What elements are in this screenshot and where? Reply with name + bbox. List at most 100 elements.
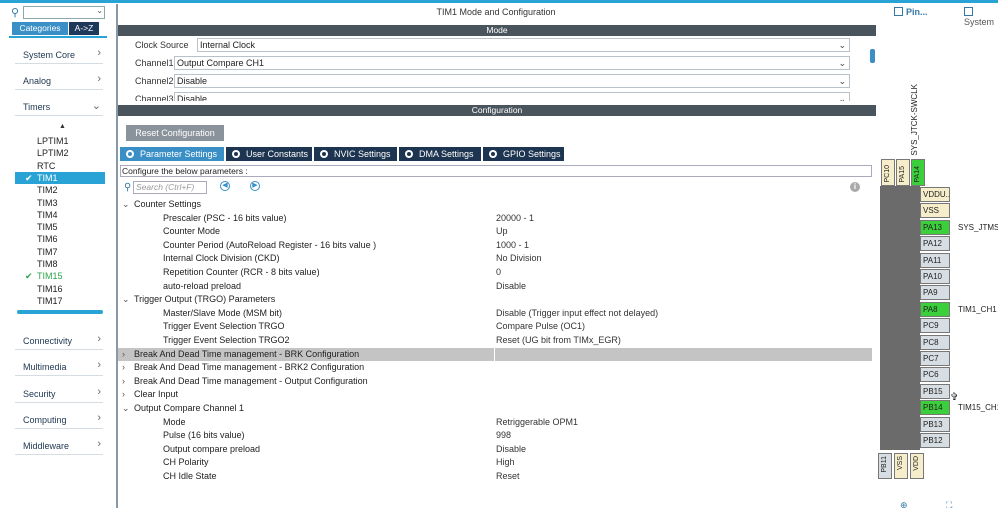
info-icon[interactable]: i [850, 182, 860, 192]
sidebar-item-tim5[interactable]: TIM5 [15, 221, 105, 233]
param-value[interactable]: Reset (UG bit from TIMx_EGR) [496, 335, 621, 345]
pin-pa14[interactable]: PA14 [911, 159, 925, 186]
sidebar-item-tim3[interactable]: TIM3 [15, 197, 105, 209]
pin-pa13[interactable]: PA13 [920, 219, 950, 235]
search-previous-icon[interactable]: ◀ [220, 181, 230, 191]
chevron-right-icon[interactable]: › [122, 376, 125, 386]
tab-dma-settings[interactable]: DMA Settings [399, 147, 481, 161]
chevron-down-icon[interactable]: ⌄ [96, 6, 103, 15]
param-value[interactable]: Disable [496, 281, 526, 291]
chevron-down-icon[interactable]: ⌄ [122, 403, 130, 414]
chevron-right-icon[interactable]: › [122, 362, 125, 372]
chevron-down-icon[interactable]: ⌄ [122, 199, 130, 210]
sidebar-category-middleware[interactable]: Middleware › [15, 435, 103, 455]
reset-configuration-button[interactable]: Reset Configuration [126, 125, 224, 141]
pin-pa12[interactable]: PA12 [920, 236, 950, 252]
tree-group-break-and-dead-time-management-brk-configuration[interactable]: › Break And Dead Time management - BRK Co… [118, 347, 872, 362]
pin-pb15[interactable]: PB15 [920, 383, 950, 399]
tree-group-break-and-dead-time-management-output-configuration[interactable]: › Break And Dead Time management - Output… [118, 375, 872, 389]
sidebar-item-tim8[interactable]: TIM8 [15, 258, 105, 270]
pin-pa9[interactable]: PA9 [920, 285, 950, 301]
sidebar-item-tim16[interactable]: TIM16 [15, 283, 105, 295]
tree-group-clear-input[interactable]: › Clear Input [118, 388, 872, 402]
param-value[interactable]: Compare Pulse (OC1) [496, 321, 585, 331]
param-value[interactable]: Reset [496, 471, 520, 481]
pin-pc7[interactable]: PC7 [920, 351, 950, 366]
sidebar-item-lptim1[interactable]: LPTIM1 [15, 135, 105, 147]
clock-source-select[interactable]: Internal Clock ⌄ [197, 38, 850, 52]
tab-gpio-settings[interactable]: GPIO Settings [483, 147, 564, 161]
chevron-down-icon[interactable]: ⌄ [838, 39, 846, 51]
tab-categories[interactable]: Categories [12, 22, 68, 35]
pin-pa11[interactable]: PA11 [920, 252, 950, 268]
search-next-icon[interactable]: ▶ [250, 181, 260, 191]
sidebar-item-tim15[interactable]: ✔ TIM15 [15, 270, 105, 282]
mode-scrollbar[interactable] [870, 49, 875, 63]
channel1-select[interactable]: Output Compare CH1 ⌄ [174, 56, 850, 70]
chevron-down-icon[interactable]: ⌄ [838, 75, 846, 87]
pin-vss[interactable]: VSS [920, 203, 950, 219]
zoom-in-icon[interactable]: ⊕ [900, 500, 908, 508]
fit-view-icon[interactable]: ⛶ [946, 500, 952, 508]
channel2-select[interactable]: Disable ⌄ [174, 74, 850, 88]
pin-pc6[interactable]: PC6 [920, 367, 950, 383]
pin-pc10[interactable]: PC10 [881, 159, 895, 186]
chevron-down-icon[interactable]: ⌄ [838, 93, 846, 101]
pin-vdd[interactable]: VDD [910, 453, 924, 479]
tree-group-output-compare-channel-1[interactable]: ⌄ Output Compare Channel 1 [118, 402, 872, 416]
sidebar-category-computing[interactable]: Computing › [15, 409, 103, 429]
pin-pb13[interactable]: PB13 [920, 416, 950, 432]
category-search-input[interactable]: ⌄ [23, 6, 105, 19]
tree-group-trigger-output-trgo-parameters[interactable]: ⌄ Trigger Output (TRGO) Parameters [118, 293, 872, 307]
param-value[interactable]: Disable (Trigger input effect not delaye… [496, 308, 658, 318]
pin-pa10[interactable]: PA10 [920, 269, 950, 284]
param-value[interactable]: Disable [496, 444, 526, 454]
tab-pinout[interactable]: Pin... [894, 7, 928, 17]
param-value[interactable]: 0 [496, 267, 501, 277]
chevron-down-icon[interactable]: ⌄ [122, 294, 130, 305]
chevron-right-icon[interactable]: › [122, 389, 125, 399]
param-value[interactable]: Retriggerable OPM1 [496, 417, 578, 427]
sidebar-category-system-core[interactable]: System Core › [15, 44, 103, 64]
sidebar-item-tim17[interactable]: TIM17 [15, 295, 105, 307]
sidebar-category-security[interactable]: Security › [15, 383, 103, 403]
tab-a-z[interactable]: A->Z [69, 22, 99, 35]
param-value[interactable]: 998 [496, 430, 511, 440]
sidebar-item-tim7[interactable]: TIM7 [15, 246, 105, 258]
tab-user-constants[interactable]: User Constants [226, 147, 312, 161]
tab-nvic-settings[interactable]: NVIC Settings [314, 147, 397, 161]
param-value[interactable]: No Division [496, 253, 542, 263]
chevron-down-icon[interactable]: ⌄ [838, 57, 846, 69]
pin-pb11[interactable]: PB11 [878, 453, 892, 479]
pin-vddu[interactable]: VDDU.. [920, 187, 950, 202]
sidebar-category-multimedia[interactable]: Multimedia › [15, 356, 103, 376]
sidebar-item-lptim2[interactable]: LPTIM2 [15, 147, 105, 159]
channel3-select[interactable]: Disable ⌄ [174, 92, 850, 101]
pin-pc8[interactable]: PC8 [920, 334, 950, 350]
pin-pc9[interactable]: PC9 [920, 318, 950, 334]
parameter-search-input[interactable]: Search (Ctrl+F) [133, 181, 207, 194]
sidebar-item-tim6[interactable]: TIM6 [15, 233, 105, 245]
sidebar-category-analog[interactable]: Analog › [15, 70, 103, 90]
param-value[interactable]: 20000 - 1 [496, 213, 534, 223]
pin-pb14[interactable]: PB14 [920, 400, 950, 416]
sidebar-category-timers[interactable]: Timers ⌄ [15, 96, 103, 116]
pin-pa15[interactable]: PA15 [896, 159, 910, 186]
chevron-right-icon[interactable]: › [122, 349, 125, 359]
tree-group-counter-settings[interactable]: ⌄ Counter Settings [118, 198, 872, 212]
param-value[interactable]: 1000 - 1 [496, 240, 529, 250]
sidebar-category-connectivity[interactable]: Connectivity › [15, 330, 103, 350]
sidebar-item-rtc[interactable]: RTC [15, 160, 105, 172]
param-value[interactable]: High [496, 457, 515, 467]
horizontal-scrollbar[interactable] [17, 310, 103, 314]
sidebar-item-tim1[interactable]: ✔ TIM1 [15, 171, 105, 184]
pin-vss[interactable]: VSS [894, 453, 908, 479]
tree-group-break-and-dead-time-management-brk2-configuration[interactable]: › Break And Dead Time management - BRK2 C… [118, 361, 872, 375]
tab-parameter-settings[interactable]: Parameter Settings [120, 147, 224, 161]
param-value[interactable]: Up [496, 226, 508, 236]
sidebar-item-tim4[interactable]: TIM4 [15, 209, 105, 221]
tab-system[interactable]: System [964, 7, 998, 27]
pin-pb12[interactable]: PB12 [920, 433, 950, 448]
sidebar-item-tim2[interactable]: TIM2 [15, 184, 105, 196]
pin-pa8[interactable]: PA8 [920, 301, 950, 317]
